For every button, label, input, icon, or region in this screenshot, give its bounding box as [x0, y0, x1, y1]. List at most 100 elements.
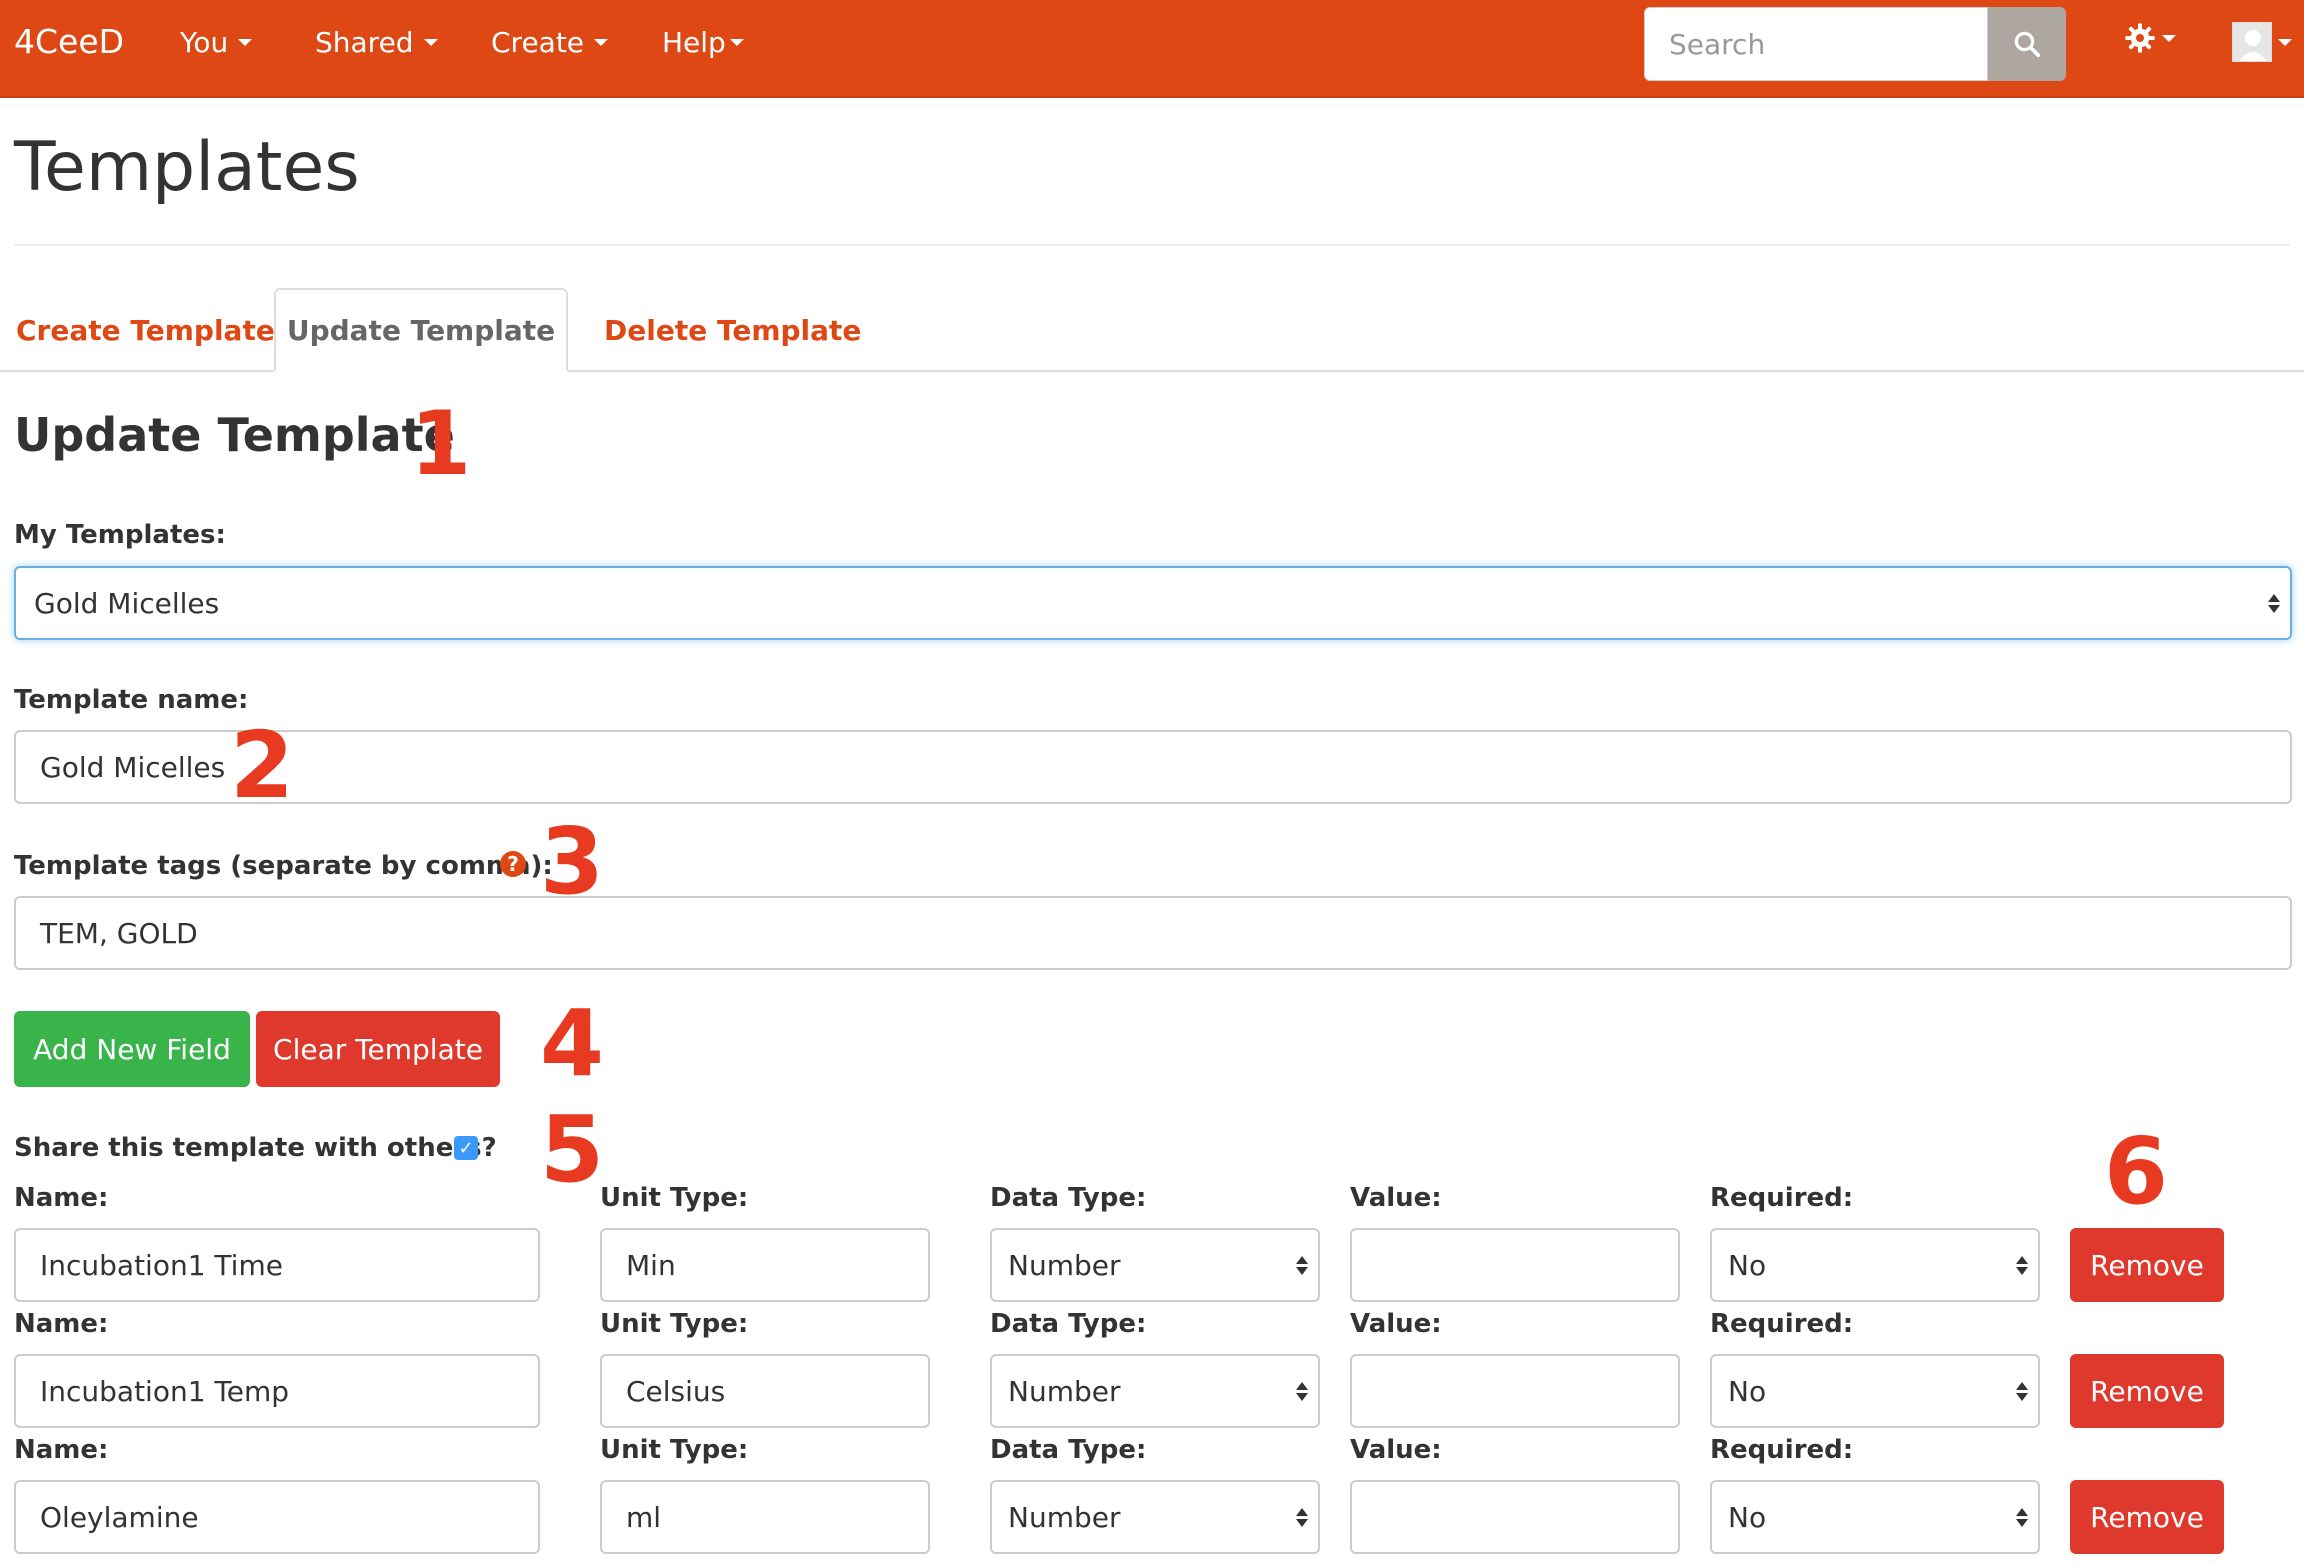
nav-help-label: Help	[662, 26, 726, 59]
tab-create-template[interactable]: Create Template	[16, 288, 275, 372]
chevron-down-icon	[2162, 34, 2176, 42]
chevron-down-icon	[2278, 38, 2292, 46]
template-tags-value: TEM, GOLD	[40, 916, 198, 950]
field-required-label: Required:	[1710, 1183, 1854, 1213]
share-template-label: Share this template with others?	[14, 1133, 497, 1163]
chevron-down-icon	[238, 39, 253, 46]
template-tags-label: Template tags (separate by comma):	[14, 851, 553, 881]
field-required-value: No	[1728, 1374, 1767, 1408]
field-unit-type-label: Unit Type:	[600, 1435, 749, 1465]
field-name-value: Incubation1 Time	[40, 1248, 283, 1282]
field-unit-type-value: Celsius	[626, 1374, 726, 1408]
search-input[interactable]	[1644, 7, 1988, 81]
field-value-input[interactable]	[1350, 1354, 1680, 1428]
field-unit-type-label: Unit Type:	[600, 1309, 749, 1339]
nav-shared-menu[interactable]: Shared	[315, 26, 438, 59]
field-value-label: Value:	[1350, 1309, 1442, 1339]
field-data-type-label: Data Type:	[990, 1309, 1147, 1339]
nav-create-label: Create	[491, 26, 585, 59]
field-value-input[interactable]	[1350, 1228, 1680, 1302]
field-unit-type-label: Unit Type:	[600, 1183, 749, 1213]
nav-you-label: You	[180, 26, 229, 59]
template-name-value: Gold Micelles	[40, 750, 226, 784]
field-data-type-value: Number	[1008, 1248, 1121, 1282]
settings-menu[interactable]	[2124, 22, 2176, 54]
field-required-select[interactable]: No	[1710, 1354, 2040, 1428]
template-name-input[interactable]: Gold Micelles	[14, 730, 2292, 804]
field-unit-type-input[interactable]: Min	[600, 1228, 930, 1302]
field-data-type-label: Data Type:	[990, 1183, 1147, 1213]
select-arrows-icon	[2268, 594, 2280, 613]
my-templates-value: Gold Micelles	[34, 586, 220, 620]
annotation-5: 5	[540, 1096, 605, 1203]
my-templates-select[interactable]: Gold Micelles	[14, 566, 2292, 640]
select-arrows-icon	[1296, 1508, 1308, 1527]
tab-delete-template[interactable]: Delete Template	[604, 288, 861, 372]
field-unit-type-value: Min	[626, 1248, 676, 1282]
my-templates-label: My Templates:	[14, 520, 226, 550]
field-required-value: No	[1728, 1248, 1767, 1282]
field-data-type-select[interactable]: Number	[990, 1228, 1320, 1302]
user-menu[interactable]	[2232, 22, 2292, 62]
add-new-field-button[interactable]: Add New Field	[14, 1011, 250, 1087]
question-circle-icon[interactable]: ?	[500, 851, 526, 877]
field-value-label: Value:	[1350, 1435, 1442, 1465]
field-unit-type-input[interactable]: Celsius	[600, 1354, 930, 1428]
select-arrows-icon	[1296, 1256, 1308, 1275]
field-data-type-select[interactable]: Number	[990, 1480, 1320, 1554]
select-arrows-icon	[2016, 1382, 2028, 1401]
template-name-label: Template name:	[14, 685, 249, 715]
select-arrows-icon	[1296, 1382, 1308, 1401]
field-data-type-label: Data Type:	[990, 1435, 1147, 1465]
field-data-type-select[interactable]: Number	[990, 1354, 1320, 1428]
search-bar	[1644, 7, 2066, 81]
field-name-value: Incubation1 Temp	[40, 1374, 290, 1408]
avatar	[2232, 22, 2272, 62]
field-required-label: Required:	[1710, 1309, 1854, 1339]
chevron-down-icon	[729, 39, 744, 46]
annotation-2: 2	[230, 712, 295, 819]
field-value-label: Value:	[1350, 1183, 1442, 1213]
template-tags-input[interactable]: TEM, GOLD	[14, 896, 2292, 970]
field-name-value: Oleylamine	[40, 1500, 199, 1534]
field-required-select[interactable]: No	[1710, 1228, 2040, 1302]
section-title: Update Template	[14, 408, 455, 462]
field-name-label: Name:	[14, 1183, 109, 1213]
field-required-select[interactable]: No	[1710, 1480, 2040, 1554]
chevron-down-icon	[423, 39, 438, 46]
nav-shared-label: Shared	[315, 26, 414, 59]
field-name-input[interactable]: Incubation1 Time	[14, 1228, 540, 1302]
remove-field-button[interactable]: Remove	[2070, 1480, 2224, 1554]
field-required-label: Required:	[1710, 1435, 1854, 1465]
page-title: Templates	[14, 128, 360, 207]
search-button[interactable]	[1988, 7, 2066, 81]
field-data-type-value: Number	[1008, 1374, 1121, 1408]
annotation-1: 1	[410, 392, 472, 495]
field-unit-type-input[interactable]: ml	[600, 1480, 930, 1554]
divider	[14, 244, 2290, 246]
field-name-input[interactable]: Oleylamine	[14, 1480, 540, 1554]
field-required-value: No	[1728, 1500, 1767, 1534]
field-name-label: Name:	[14, 1309, 109, 1339]
select-arrows-icon	[2016, 1508, 2028, 1527]
remove-field-button[interactable]: Remove	[2070, 1228, 2224, 1302]
search-icon	[2014, 31, 2041, 58]
share-template-checkbox[interactable]: ✓	[454, 1136, 478, 1160]
field-value-input[interactable]	[1350, 1480, 1680, 1554]
nav-help-menu[interactable]: Help	[662, 26, 744, 59]
tab-update-template[interactable]: Update Template	[274, 288, 568, 372]
field-data-type-value: Number	[1008, 1500, 1121, 1534]
chevron-down-icon	[594, 39, 609, 46]
field-name-label: Name:	[14, 1435, 109, 1465]
annotation-6: 6	[2104, 1118, 2169, 1225]
gear-icon	[2125, 23, 2155, 53]
nav-you-menu[interactable]: You	[180, 26, 253, 59]
field-unit-type-value: ml	[626, 1500, 662, 1534]
nav-create-menu[interactable]: Create	[491, 26, 609, 59]
field-name-input[interactable]: Incubation1 Temp	[14, 1354, 540, 1428]
remove-field-button[interactable]: Remove	[2070, 1354, 2224, 1428]
select-arrows-icon	[2016, 1256, 2028, 1275]
clear-template-button[interactable]: Clear Template	[256, 1011, 500, 1087]
brand-logo[interactable]: 4CeeD	[14, 22, 124, 61]
top-navbar: 4CeeD You Shared Create Help	[0, 0, 2304, 98]
